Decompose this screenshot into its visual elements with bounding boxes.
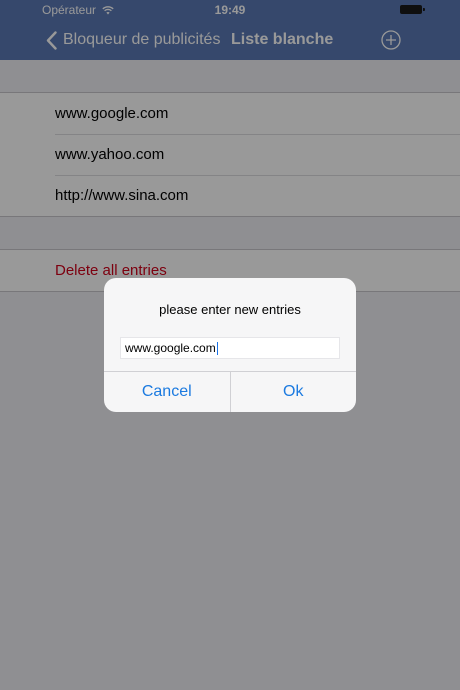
text-caret: [216, 341, 218, 355]
cancel-button[interactable]: Cancel: [104, 372, 230, 412]
entry-input[interactable]: www.google.com: [120, 337, 340, 359]
entry-input-value: www.google.com: [125, 341, 216, 355]
screen: Opérateur 19:49 Bloqueur de publicités L…: [0, 0, 460, 690]
ok-button[interactable]: Ok: [229, 372, 357, 412]
alert-button-bar: Cancel Ok: [104, 371, 356, 412]
alert-dialog: please enter new entries www.google.com …: [104, 278, 356, 412]
alert-message: please enter new entries: [159, 302, 301, 317]
